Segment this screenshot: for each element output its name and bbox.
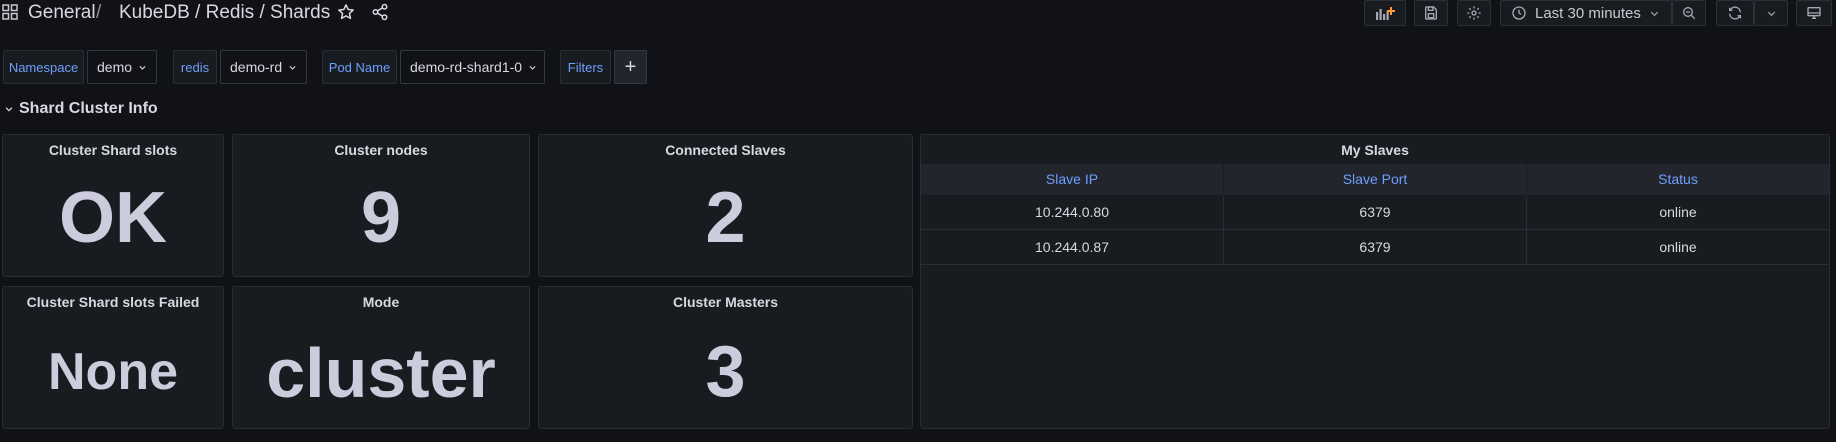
cell-status: online: [1659, 204, 1697, 220]
panel-cluster-shard-slots: Cluster Shard slots OK: [2, 134, 224, 277]
panel-cluster-masters: Cluster Masters 3: [538, 286, 913, 429]
tv-monitor-icon: [1807, 7, 1821, 19]
namespace-value: demo: [97, 59, 133, 75]
cell-slave-port: 6379: [1224, 195, 1527, 229]
cell-status: online: [1659, 239, 1697, 255]
chevron-down-icon: [289, 65, 296, 70]
chevron-down-icon: [1650, 11, 1659, 16]
panel-title: Cluster Masters: [672, 294, 779, 310]
stat-value: 9: [360, 178, 402, 258]
stat-value: cluster: [266, 334, 496, 412]
refresh-button[interactable]: [1716, 0, 1754, 26]
save-dashboard-button[interactable]: [1414, 0, 1448, 26]
chevron-down-icon: [1767, 11, 1775, 16]
breadcrumb-folder[interactable]: General: [28, 2, 96, 24]
pod-name-select[interactable]: demo-rd-shard1-0: [400, 50, 545, 84]
zoom-out-button[interactable]: [1672, 0, 1706, 26]
star-icon[interactable]: [337, 3, 355, 21]
variable-label-filters: Filters: [560, 50, 611, 84]
variables-bar: Namespace demo redis demo-rd Pod Name de…: [0, 50, 1836, 84]
time-range-picker[interactable]: Last 30 minutes: [1500, 0, 1672, 26]
add-panel-icon: [1376, 7, 1395, 20]
view-mode-button[interactable]: [1796, 0, 1832, 26]
panel-title: Cluster nodes: [334, 142, 428, 158]
redis-value: demo-rd: [230, 59, 283, 75]
time-range-label: Last 30 minutes: [1535, 4, 1641, 22]
table-header: Slave IP Slave Port Status: [921, 164, 1829, 195]
add-filter-button[interactable]: +: [614, 50, 647, 84]
column-header-status[interactable]: Status: [1527, 164, 1829, 195]
cell-slave-ip: 10.244.0.87: [921, 230, 1224, 264]
table-row: 10.244.0.80 6379 online: [921, 195, 1829, 230]
refresh-icon: [1729, 6, 1741, 20]
stat-value: None: [48, 343, 178, 401]
panel-title: Cluster Shard slots Failed: [26, 294, 200, 310]
panel-mode: Mode cluster: [232, 286, 530, 429]
apps-grid-icon[interactable]: [2, 4, 18, 20]
save-icon: [1425, 6, 1437, 20]
panel-cluster-nodes: Cluster nodes 9: [232, 134, 530, 277]
add-panel-button[interactable]: [1364, 0, 1406, 26]
panel-title: Mode: [362, 294, 400, 310]
stat-value: 2: [705, 178, 746, 258]
panel-title: My Slaves: [1341, 142, 1409, 158]
chevron-down-icon: [139, 65, 146, 70]
cell-slave-port: 6379: [1224, 230, 1527, 264]
column-header-slave-ip[interactable]: Slave IP: [921, 164, 1224, 195]
pod-name-value: demo-rd-shard1-0: [410, 59, 523, 75]
row-header-shard-cluster-info[interactable]: Shard Cluster Info: [4, 100, 158, 118]
redis-select[interactable]: demo-rd: [220, 50, 307, 84]
zoom-out-icon: [1683, 7, 1696, 20]
panel-connected-slaves: Connected Slaves 2: [538, 134, 913, 277]
namespace-select[interactable]: demo: [87, 50, 157, 84]
table-row: 10.244.0.87 6379 online: [921, 230, 1829, 265]
panel-title: Connected Slaves: [665, 142, 786, 158]
refresh-interval-button[interactable]: [1754, 0, 1788, 26]
dashboard-settings-button[interactable]: [1457, 0, 1491, 26]
row-title: Shard Cluster Info: [19, 100, 158, 117]
column-header-slave-port[interactable]: Slave Port: [1224, 164, 1527, 195]
panel-title: Cluster Shard slots: [48, 142, 178, 158]
share-icon[interactable]: [371, 3, 389, 21]
chevron-down-icon: [529, 65, 536, 70]
panel-my-slaves: My Slaves Slave IP Slave Port Status 10.…: [920, 134, 1830, 429]
stat-value: 3: [705, 332, 746, 412]
cell-slave-ip: 10.244.0.80: [921, 195, 1224, 229]
gear-icon: [1467, 6, 1481, 20]
panel-cluster-shard-slots-failed: Cluster Shard slots Failed None: [2, 286, 224, 429]
top-navbar: General / KubeDB / Redis / Shards Last 3…: [0, 0, 1836, 28]
variable-label-pod-name: Pod Name: [322, 50, 397, 84]
stat-value: OK: [59, 178, 167, 258]
chevron-down-icon: [5, 107, 13, 112]
breadcrumb-separator: /: [96, 2, 102, 23]
clock-icon: [1512, 6, 1526, 20]
variable-label-namespace: Namespace: [3, 50, 84, 84]
dashboard-title[interactable]: KubeDB / Redis / Shards: [119, 2, 330, 24]
variable-label-redis: redis: [173, 50, 217, 84]
